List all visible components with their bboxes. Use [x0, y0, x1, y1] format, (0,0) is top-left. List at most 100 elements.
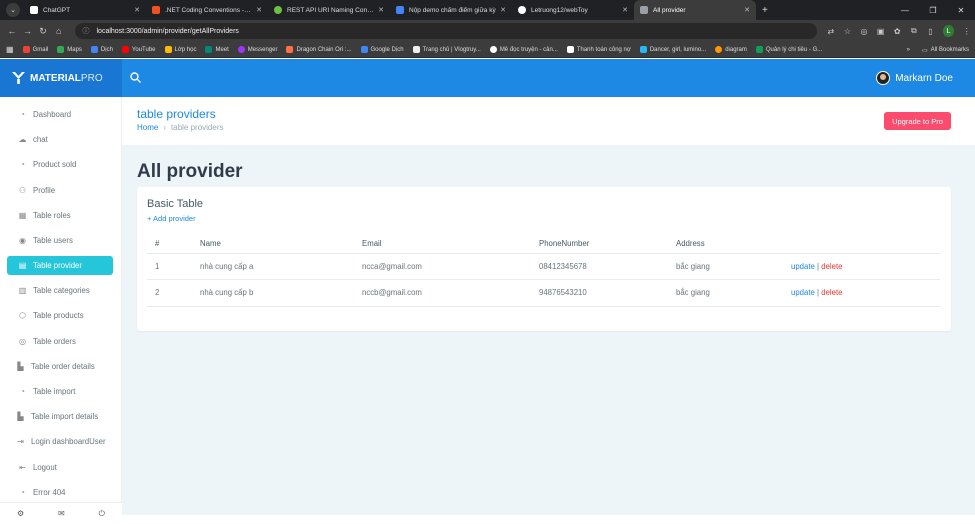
all-bookmarks-link[interactable]: All Bookmarks: [931, 47, 969, 53]
browser-tab[interactable]: REST API URI Naming Conventi ✕: [268, 0, 390, 20]
sidebar-item-table-users[interactable]: ◉ Table users: [0, 228, 121, 253]
sidebar-item-table-provider[interactable]: ▤ Table provider: [7, 256, 113, 276]
close-icon[interactable]: ✕: [378, 6, 384, 14]
browser-tab[interactable]: ChatGPT ✕: [24, 0, 146, 20]
bookmark-item[interactable]: Mê đọc truyện - cản...: [489, 46, 558, 53]
logout-icon: ⇤: [19, 462, 26, 472]
tab-search-icon[interactable]: ⌄: [6, 3, 20, 17]
bookmark-item[interactable]: Meet: [205, 46, 229, 53]
sidebar-item-label: Table orders: [33, 336, 76, 346]
sidebar-item-dashboard[interactable]: ◔ Dashboard: [0, 102, 121, 127]
user-menu[interactable]: Markarn Doe: [876, 71, 953, 85]
bookmark-star-icon[interactable]: ☆: [839, 27, 856, 36]
sidebar-item-table-order-details[interactable]: ▙ Table order details: [0, 354, 121, 379]
profile-avatar[interactable]: L: [942, 25, 955, 37]
tab-label: ChatGPT: [43, 6, 71, 14]
back-icon[interactable]: ←: [4, 26, 20, 36]
close-icon[interactable]: ✕: [256, 6, 262, 14]
column-header: #: [147, 235, 192, 254]
classroom-icon: [164, 46, 172, 53]
extension-icon[interactable]: ▣: [872, 27, 889, 36]
sidebar-item-label: Logout: [33, 462, 57, 472]
bookmark-item[interactable]: Maps: [57, 46, 82, 53]
bookmark-item[interactable]: Thanh toán công nợ: [566, 46, 631, 53]
sidebar-item-product-sold[interactable]: ◔ Product sold: [0, 152, 121, 177]
new-tab-icon[interactable]: +: [762, 5, 768, 16]
upgrade-button[interactable]: Upgrade to Pro: [884, 112, 951, 130]
mail-icon[interactable]: ✉: [58, 509, 65, 518]
search-icon[interactable]: [130, 72, 141, 83]
tab-favicon: [30, 6, 38, 14]
add-provider-link[interactable]: + Add provider: [147, 214, 196, 223]
url-input[interactable]: ⓘ localhost:3000/admin/provider/getAllPr…: [74, 23, 817, 39]
delete-link[interactable]: delete: [821, 262, 842, 271]
browser-tab[interactable]: .NET Coding Conventions - C# ✕: [146, 0, 268, 20]
sidebar-item-logout[interactable]: ⇤ Logout: [0, 454, 121, 479]
bookmark-item[interactable]: Google Dịch: [360, 46, 404, 53]
brand-logo[interactable]: MATERIAL PRO: [0, 59, 122, 97]
bookmark-item[interactable]: Dancer, girl, lumino...: [639, 46, 706, 53]
bookmark-item[interactable]: Lớp học: [164, 46, 196, 53]
login-icon: ⇥: [17, 437, 24, 447]
sidebar-item-login-dashboard[interactable]: ⇥ Login dashboardUser: [0, 429, 121, 454]
tab-label: Letruong12/webToy: [531, 6, 588, 14]
bookmark-item[interactable]: Dragon Chain Ori :...: [286, 46, 352, 53]
browser-tab-active[interactable]: All provider ✕: [634, 0, 756, 20]
address-bar: ← → ↻ ⌂ ⓘ localhost:3000/admin/provider/…: [0, 20, 975, 42]
bookmark-item[interactable]: Dịch: [90, 46, 113, 53]
browser-tab[interactable]: Nộp demo chấm điểm giữa kỳ ✕: [390, 0, 512, 20]
minimize-icon[interactable]: —: [891, 6, 919, 15]
breadcrumb-home-link[interactable]: Home: [137, 123, 158, 132]
bookmark-item[interactable]: YouTube: [121, 46, 156, 53]
forward-icon[interactable]: →: [20, 26, 36, 36]
reload-icon[interactable]: ↻: [35, 26, 51, 37]
bookmark-item[interactable]: Quản lý chi tiêu - G...: [755, 46, 822, 53]
close-icon[interactable]: ✕: [622, 6, 628, 14]
home-icon[interactable]: ⌂: [51, 26, 67, 36]
bookmark-item[interactable]: Messenger: [237, 46, 277, 53]
sidebar-item-chat[interactable]: ☁ chat: [0, 127, 121, 152]
bookmark-favicon: [639, 46, 647, 53]
bookmark-label: YouTube: [131, 46, 156, 53]
sidebar-item-table-import-details[interactable]: ▙ Table import details: [0, 404, 121, 429]
update-link[interactable]: update: [791, 288, 815, 297]
close-icon[interactable]: ✕: [744, 6, 750, 14]
tab-favicon: [274, 6, 282, 14]
delete-link[interactable]: delete: [821, 288, 842, 297]
sidebar-item-profile[interactable]: ⚇ Profile: [0, 178, 121, 203]
close-icon[interactable]: ✕: [500, 6, 506, 14]
gear-icon[interactable]: ⚙: [17, 509, 24, 518]
bookmark-item[interactable]: Trang chủ | Vlogtruy...: [412, 46, 481, 53]
close-window-icon[interactable]: ✕: [947, 6, 975, 15]
kebab-menu-icon[interactable]: ⋮: [958, 27, 975, 36]
bookmark-item[interactable]: Gmail: [22, 46, 48, 53]
providers-table: # Name Email PhoneNumber Address 1 nhà c…: [147, 235, 940, 307]
cell-email: nccb@gmail.com: [354, 279, 531, 307]
puzzle-icon[interactable]: ⧉: [906, 26, 923, 36]
footer-strip: [122, 515, 975, 524]
apps-icon[interactable]: ▦: [6, 45, 14, 54]
update-link[interactable]: update: [791, 262, 815, 271]
sidebar-item-table-import[interactable]: ◔ Table import: [0, 379, 121, 404]
chart-icon: ◔: [20, 386, 25, 396]
sidebar-item-table-orders[interactable]: ◎ Table orders: [0, 329, 121, 354]
sidebar-item-table-products[interactable]: ⬡ Table products: [0, 303, 121, 328]
bookmark-favicon: [412, 46, 420, 53]
power-icon[interactable]: ⏻: [99, 509, 105, 519]
sidepanel-icon[interactable]: ▯: [922, 27, 939, 36]
sidebar-item-table-categories[interactable]: ▥ Table categories: [0, 278, 121, 303]
sidebar-item-table-roles[interactable]: ▦ Table roles: [0, 203, 121, 228]
extension-icon[interactable]: ◎: [856, 27, 873, 36]
bookmark-item[interactable]: diagram: [715, 46, 747, 53]
sidebar-item-label: Table users: [33, 236, 73, 246]
restore-icon[interactable]: ❐: [919, 6, 947, 15]
maps-icon: [57, 46, 65, 53]
extension-icon[interactable]: ✿: [889, 27, 906, 36]
browser-tab[interactable]: Letruong12/webToy ✕: [512, 0, 634, 20]
translate-icon[interactable]: ⇄: [823, 27, 840, 36]
site-info-icon[interactable]: ⓘ: [83, 26, 90, 36]
chevron-right-icon[interactable]: »: [907, 47, 910, 53]
page-title-bar: table providers Home › table providers Upg…: [122, 97, 975, 145]
book-icon: ▥: [18, 286, 27, 296]
close-icon[interactable]: ✕: [134, 6, 140, 14]
